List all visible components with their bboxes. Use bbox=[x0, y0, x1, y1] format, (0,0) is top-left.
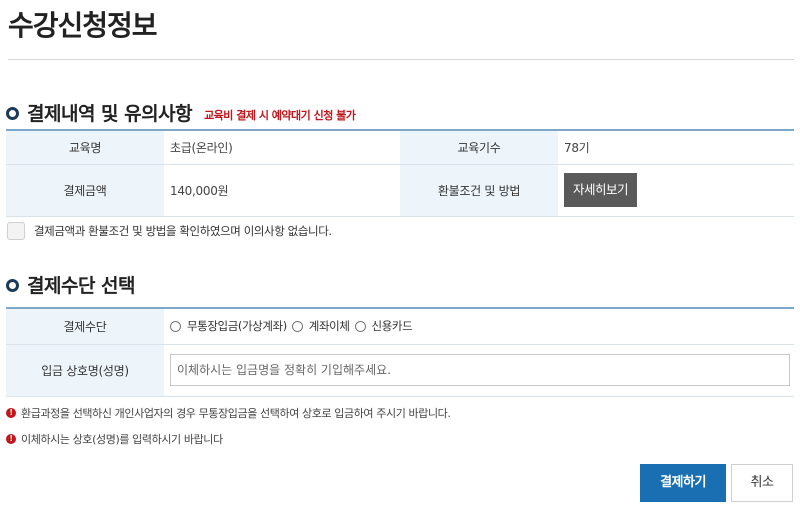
payment-info-header: 결제내역 및 유의사항 교육비 결제 시 예약대기 신청 불가 bbox=[6, 99, 356, 126]
title-divider bbox=[8, 59, 794, 60]
payment-method-table: 결제수단 무통장입금(가상계좌) 계좌이체 신용카드 입금 상호명(성명) bbox=[6, 307, 794, 397]
table-row: 입금 상호명(성명) bbox=[6, 344, 794, 397]
exclamation-icon: ! bbox=[6, 408, 16, 418]
course-name-label: 교육명 bbox=[6, 129, 164, 165]
exclamation-icon: ! bbox=[6, 434, 16, 444]
radio-icon bbox=[291, 320, 303, 332]
radio-icon bbox=[170, 320, 181, 332]
course-term-value: 78기 bbox=[558, 129, 794, 165]
payment-info-title: 결제내역 및 유의사항 bbox=[27, 103, 193, 125]
table-row: 결제수단 무통장입금(가상계좌) 계좌이체 신용카드 bbox=[6, 307, 794, 345]
payment-method-header: 결제수단 선택 bbox=[6, 271, 136, 298]
circle-bullet-icon bbox=[6, 107, 19, 120]
pay-button[interactable]: 결제하기 bbox=[640, 464, 726, 502]
payment-info-warning: 교육비 결제 시 예약대기 신청 불가 bbox=[204, 109, 356, 122]
radio-virtual-account[interactable]: 무통장입금(가상계좌) bbox=[170, 318, 287, 334]
radio-icon bbox=[354, 320, 366, 332]
circle-bullet-icon bbox=[6, 279, 19, 292]
table-row: 교육명 초급(온라인) 교육기수 78기 bbox=[6, 129, 794, 165]
cancel-button[interactable]: 취소 bbox=[731, 464, 793, 502]
agree-label: 결제금액과 환불조건 및 방법을 확인하였으며 이의사항 없습니다. bbox=[34, 224, 332, 238]
course-name-value: 초급(온라인) bbox=[164, 129, 400, 165]
agree-checkbox[interactable] bbox=[7, 222, 25, 240]
payment-method-title: 결제수단 선택 bbox=[27, 275, 136, 297]
payment-amount-value: 140,000원 bbox=[164, 164, 400, 217]
page-title: 수강신청정보 bbox=[8, 9, 158, 42]
payment-amount-label: 결제금액 bbox=[6, 164, 164, 217]
radio-bank-transfer[interactable]: 계좌이체 bbox=[291, 318, 350, 334]
radio-credit-card[interactable]: 신용카드 bbox=[354, 318, 413, 334]
payment-method-label: 결제수단 bbox=[6, 307, 164, 345]
payment-method-options: 무통장입금(가상계좌) 계좌이체 신용카드 bbox=[170, 318, 794, 334]
notice-item: ! 이체하시는 상호(성명)를 입력하시기 바랍니다 bbox=[6, 431, 223, 447]
depositor-name-label: 입금 상호명(성명) bbox=[6, 344, 164, 397]
notice-item: ! 환급과정을 선택하신 개인사업자의 경우 무통장입금을 선택하여 상호로 입… bbox=[6, 405, 451, 421]
course-term-label: 교육기수 bbox=[400, 129, 558, 165]
agree-row: 결제금액과 환불조건 및 방법을 확인하였으며 이의사항 없습니다. bbox=[7, 222, 332, 240]
depositor-name-input[interactable] bbox=[170, 354, 790, 386]
refund-policy-label: 환불조건 및 방법 bbox=[400, 164, 558, 217]
table-row: 결제금액 140,000원 환불조건 및 방법 자세히보기 bbox=[6, 164, 794, 217]
payment-info-table: 교육명 초급(온라인) 교육기수 78기 결제금액 140,000원 환불조건 … bbox=[6, 129, 794, 217]
view-details-button[interactable]: 자세히보기 bbox=[564, 173, 638, 207]
